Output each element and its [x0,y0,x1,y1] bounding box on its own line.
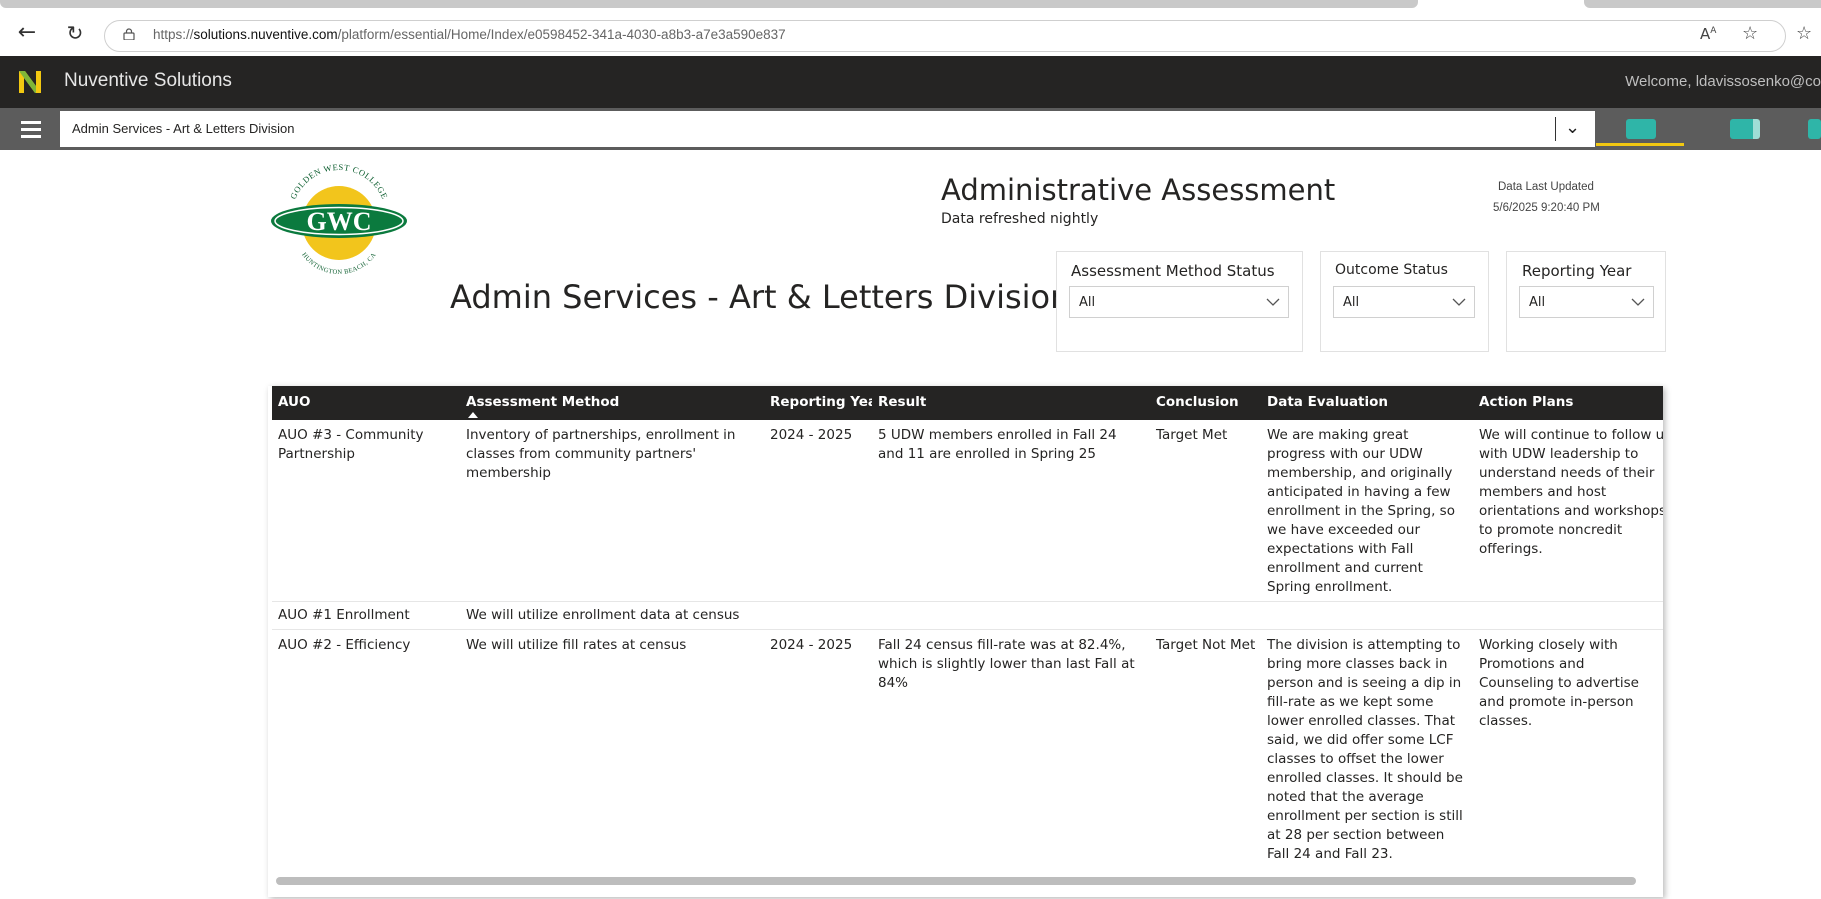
slicer-title: Outcome Status [1335,262,1448,278]
app-name[interactable]: Nuventive Solutions [64,70,232,92]
page-button-1[interactable] [1596,112,1684,146]
browser-toolbar: ← ↻ https://solutions.nuventive.com/plat… [0,8,1821,56]
cell-auo: AUO #2 - Efficiency [272,629,460,868]
page-button-2[interactable] [1700,112,1788,146]
horizontal-scrollbar[interactable] [276,877,1636,885]
gwc-logo: GWC GOLDEN WEST COLLEGE HUNTINGTON BEACH… [271,162,407,276]
slicer-assessment-method-status: Assessment Method Status All [1056,251,1303,352]
cell-data-evaluation: The division is attempting to bring more… [1261,629,1473,868]
table-row[interactable]: AUO #3 - Community Partnership Inventory… [272,420,1663,602]
slicer-value: All [1529,295,1546,310]
chevron-down-icon [1266,298,1280,306]
column-header-data-evaluation[interactable]: Data Evaluation [1261,386,1473,420]
hamburger-menu-icon[interactable] [0,108,60,150]
report-selector[interactable]: Admin Services - Art & Letters Division … [60,111,1595,147]
cell-conclusion: Target Not Met [1150,629,1261,868]
chevron-down-icon [1452,298,1466,306]
cell-conclusion [1150,601,1261,630]
lock-icon [123,28,135,40]
slicer-outcome-status: Outcome Status All [1320,251,1489,352]
slicer-title: Reporting Year [1522,262,1632,280]
column-header-reporting-year[interactable]: Reporting Year [764,386,872,420]
report-breadcrumb: Admin Services - Art & Letters Division [72,121,295,136]
cell-action-plans: Working closely with Promotions and Coun… [1473,629,1663,868]
slicer-dropdown[interactable]: All [1519,286,1654,318]
slicer-title: Assessment Method Status [1071,262,1275,280]
table-row[interactable]: AUO #1 Enrollment We will utilize enroll… [272,601,1663,630]
divider [1555,117,1556,141]
cell-action-plans [1473,601,1663,630]
report-toolbar: Admin Services - Art & Letters Division … [0,108,1821,150]
cell-result: Fall 24 census fill-rate was at 82.4%, w… [872,629,1150,868]
browser-tab-active[interactable] [0,0,1418,8]
address-bar[interactable]: https://solutions.nuventive.com/platform… [104,20,1786,52]
report-title: Administrative Assessment [941,173,1336,207]
slicer-reporting-year: Reporting Year All [1506,251,1666,352]
slicer-value: All [1079,295,1096,310]
division-title: Admin Services - Art & Letters Division [450,278,1071,316]
favorites-list-icon[interactable]: ☆ [1796,23,1812,44]
report-subtitle: Data refreshed nightly [941,211,1099,227]
logo-center-text: GWC [307,207,372,236]
column-header-assessment-method[interactable]: Assessment Method [460,386,764,420]
read-aloud-icon[interactable]: AA [1700,25,1716,43]
chevron-down-icon[interactable]: ⌄ [1565,117,1580,138]
page-icon [1730,119,1760,139]
url-text: https://solutions.nuventive.com/platform… [153,27,786,42]
browser-tab-strip [0,0,1821,8]
table-row[interactable]: AUO #2 - Efficiency We will utilize fill… [272,629,1663,868]
cell-auo: AUO #1 Enrollment [272,601,460,630]
favorite-star-icon[interactable]: ☆ [1742,23,1758,44]
cell-assessment-method: Inventory of partnerships, enrollment in… [466,427,736,481]
column-header-result[interactable]: Result [872,386,1150,420]
assessment-table: AUO Assessment Method Reporting Year Res… [272,386,1663,868]
column-header-auo[interactable]: AUO [272,386,460,420]
back-arrow-icon[interactable]: ← [12,18,42,48]
cell-action-plans: We will continue to follow up with UDW l… [1479,427,1663,557]
cell-assessment-method: We will utilize enrollment data at censu… [460,601,764,630]
assessment-table-visual: AUO Assessment Method Reporting Year Res… [268,386,1663,897]
column-header-conclusion[interactable]: Conclusion [1150,386,1261,420]
app-header: Nuventive Solutions Welcome, ldavissosen… [0,56,1821,108]
nuventive-logo-icon [16,68,44,96]
last-updated-value: 5/6/2025 9:20:40 PM [1493,202,1600,214]
refresh-icon[interactable]: ↻ [60,18,90,48]
slicer-dropdown[interactable]: All [1333,286,1475,318]
column-header-action-plans[interactable]: Action Plans [1473,386,1663,420]
cell-result [872,601,1150,630]
page-button-3[interactable] [1790,112,1821,146]
cell-reporting-year [764,601,872,630]
cell-conclusion: Target Met [1156,427,1228,443]
cell-result: 5 UDW members enrolled in Fall 24 and 11… [878,427,1117,462]
page-icon [1626,119,1656,139]
cell-reporting-year: 2024 - 2025 [770,427,853,443]
cell-data-evaluation [1261,601,1473,630]
slicer-dropdown[interactable]: All [1069,286,1289,318]
last-updated-label: Data Last Updated [1498,181,1594,193]
cell-reporting-year: 2024 - 2025 [764,629,872,868]
cell-assessment-method: We will utilize fill rates at census [460,629,764,868]
browser-tab[interactable] [1584,0,1821,8]
cell-auo: AUO #3 - Community Partnership [278,427,424,462]
welcome-user[interactable]: Welcome, ldavissosenko@co [1625,73,1821,90]
cell-data-evaluation: We are making great progress with our UD… [1267,427,1455,595]
slicer-value: All [1343,295,1360,310]
sort-ascending-icon [468,412,478,418]
chevron-down-icon [1631,298,1645,306]
table-header-row: AUO Assessment Method Reporting Year Res… [272,386,1663,420]
page-icon [1808,119,1821,139]
